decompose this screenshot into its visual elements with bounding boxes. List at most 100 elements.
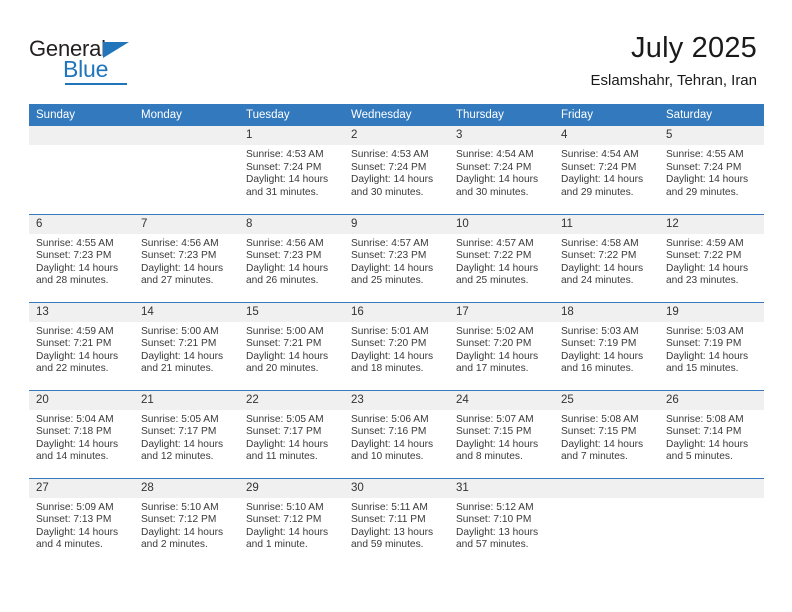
daylight-text-line2: and 24 minutes. [561,275,634,287]
calendar-day-cell[interactable]: 8 Sunrise: 4:56 AM Sunset: 7:23 PM Daylight… [239,213,344,302]
sunrise-text: Sunrise: 5:05 AM [141,413,219,425]
sunrise-text: Sunrise: 4:54 AM [456,149,534,160]
daylight-text-line1: Daylight: 14 hours [246,350,329,362]
calendar-day-cell[interactable]: 9 Sunrise: 4:57 AM Sunset: 7:23 PM Daylight… [344,213,449,302]
day-sun-info: Sunrise: 4:59 AM Sunset: 7:21 PM Daylight:… [29,322,134,376]
calendar-day-cell[interactable]: 15 Sunrise: 5:00 AM Sunset: 7:21 PM Dayligh… [239,301,344,390]
calendar-day-cell[interactable]: 29 Sunrise: 5:10 AM Sunset: 7:12 PM Dayligh… [239,477,344,566]
sunrise-text: Sunrise: 4:55 AM [36,237,114,249]
daylight-text-line1: Daylight: 14 hours [351,262,434,274]
daylight-text-line2: and 25 minutes. [456,275,529,287]
day-number: 5 [659,126,764,145]
page-title: July 2025 [631,32,757,64]
daylight-text-line2: and 16 minutes. [561,363,634,375]
daylight-text-line1: Daylight: 14 hours [36,262,119,274]
day-number [659,478,764,498]
calendar-day-cell[interactable]: 3 Sunrise: 4:54 AM Sunset: 7:24 PM Daylight… [449,126,554,214]
logo-text-blue: Blue [63,56,109,82]
daylight-text-line1: Daylight: 14 hours [561,438,644,450]
daylight-text-line2: and 59 minutes. [351,539,424,551]
daylight-text-line2: and 20 minutes. [246,363,319,375]
daylight-text-line2: and 30 minutes. [456,186,529,198]
sunset-text: Sunset: 7:19 PM [666,338,742,350]
sunset-text: Sunset: 7:21 PM [246,338,322,350]
calendar-day-cell[interactable]: 21 Sunrise: 5:05 AM Sunset: 7:17 PM Dayligh… [134,389,239,478]
calendar-day-cell[interactable]: 25 Sunrise: 5:08 AM Sunset: 7:15 PM Dayligh… [554,389,659,478]
day-number: 11 [554,214,659,234]
day-number: 10 [449,214,554,234]
sunrise-text: Sunrise: 4:57 AM [351,237,429,249]
calendar-day-cell[interactable]: 6 Sunrise: 4:55 AM Sunset: 7:23 PM Daylight… [29,213,134,302]
daylight-text-line1: Daylight: 14 hours [456,174,539,186]
sunset-text: Sunset: 7:17 PM [141,426,217,438]
calendar-day-cell[interactable]: 2 Sunrise: 4:53 AM Sunset: 7:24 PM Daylight… [344,126,449,214]
calendar-week-row: 13 Sunrise: 4:59 AM Sunset: 7:21 PM Dayligh… [29,301,764,390]
day-number: 27 [29,478,134,498]
daylight-text-line1: Daylight: 14 hours [246,526,329,538]
sunset-text: Sunset: 7:24 PM [246,161,322,173]
location-subtitle: Eslamshahr, Tehran, Iran [590,72,757,89]
day-number: 30 [344,478,449,498]
sunset-text: Sunset: 7:20 PM [456,338,532,350]
sunset-text: Sunset: 7:23 PM [36,250,112,262]
day-sun-info: Sunrise: 4:55 AM Sunset: 7:23 PM Daylight:… [29,234,134,288]
sunrise-text: Sunrise: 5:10 AM [246,501,324,513]
calendar-day-cell[interactable]: 24 Sunrise: 5:07 AM Sunset: 7:15 PM Dayligh… [449,389,554,478]
calendar-day-cell[interactable]: 1 Sunrise: 4:53 AM Sunset: 7:24 PM Daylight… [239,126,344,214]
day-number: 14 [134,302,239,322]
day-number [134,126,239,145]
day-number: 24 [449,390,554,410]
day-sun-info: Sunrise: 4:55 AM Sunset: 7:24 PM Daylight:… [659,145,764,199]
weekday-header-wednesday: Wednesday [344,104,449,126]
calendar-day-cell[interactable]: 4 Sunrise: 4:54 AM Sunset: 7:24 PM Daylight… [554,126,659,214]
calendar-day-cell[interactable]: 12 Sunrise: 4:59 AM Sunset: 7:22 PM Dayligh… [659,213,764,302]
sunset-text: Sunset: 7:13 PM [36,514,112,526]
daylight-text-line2: and 28 minutes. [36,275,109,287]
day-sun-info: Sunrise: 5:05 AM Sunset: 7:17 PM Daylight:… [239,410,344,464]
title-block: July 2025 Eslamshahr, Tehran, Iran [591,30,757,92]
calendar-day-cell-empty [29,126,134,214]
day-sun-info: Sunrise: 4:53 AM Sunset: 7:24 PM Daylight:… [344,145,449,199]
sunrise-text: Sunrise: 4:59 AM [36,325,114,337]
sunrise-text: Sunrise: 5:06 AM [351,413,429,425]
daylight-text-line1: Daylight: 14 hours [246,262,329,274]
calendar-day-cell[interactable]: 11 Sunrise: 4:58 AM Sunset: 7:22 PM Dayligh… [554,213,659,302]
sunrise-text: Sunrise: 5:00 AM [246,325,324,337]
day-sun-info: Sunrise: 5:04 AM Sunset: 7:18 PM Daylight:… [29,410,134,464]
daylight-text-line1: Daylight: 14 hours [456,438,539,450]
calendar-table: Sunday Monday Tuesday Wednesday Thursday… [29,104,764,566]
day-sun-info: Sunrise: 5:09 AM Sunset: 7:13 PM Daylight:… [29,498,134,552]
daylight-text-line1: Daylight: 13 hours [456,526,539,538]
calendar-day-cell[interactable]: 18 Sunrise: 5:03 AM Sunset: 7:19 PM Dayligh… [554,301,659,390]
calendar-day-cell[interactable]: 10 Sunrise: 4:57 AM Sunset: 7:22 PM Dayligh… [449,213,554,302]
calendar-day-cell[interactable]: 7 Sunrise: 4:56 AM Sunset: 7:23 PM Daylight… [134,213,239,302]
calendar-day-cell[interactable]: 13 Sunrise: 4:59 AM Sunset: 7:21 PM Dayligh… [29,301,134,390]
sunrise-text: Sunrise: 5:12 AM [456,501,534,513]
calendar-day-cell[interactable]: 31 Sunrise: 5:12 AM Sunset: 7:10 PM Dayligh… [449,477,554,566]
sunset-text: Sunset: 7:19 PM [561,338,637,350]
calendar-day-cell[interactable]: 14 Sunrise: 5:00 AM Sunset: 7:21 PM Dayligh… [134,301,239,390]
sunset-text: Sunset: 7:23 PM [246,250,322,262]
calendar-day-cell[interactable]: 23 Sunrise: 5:06 AM Sunset: 7:16 PM Dayligh… [344,389,449,478]
calendar-day-cell[interactable]: 5 Sunrise: 4:55 AM Sunset: 7:24 PM Daylight… [659,126,764,214]
day-number: 22 [239,390,344,410]
day-sun-info: Sunrise: 5:06 AM Sunset: 7:16 PM Daylight:… [344,410,449,464]
calendar-day-cell[interactable]: 17 Sunrise: 5:02 AM Sunset: 7:20 PM Dayligh… [449,301,554,390]
logo-underline [65,83,127,85]
calendar-day-cell[interactable]: 30 Sunrise: 5:11 AM Sunset: 7:11 PM Dayligh… [344,477,449,566]
calendar-grid: Sunday Monday Tuesday Wednesday Thursday… [29,104,764,566]
daylight-text-line1: Daylight: 14 hours [561,350,644,362]
calendar-week-row: 6 Sunrise: 4:55 AM Sunset: 7:23 PM Daylight… [29,213,764,302]
calendar-day-cell[interactable]: 27 Sunrise: 5:09 AM Sunset: 7:13 PM Dayligh… [29,477,134,566]
calendar-day-cell[interactable]: 28 Sunrise: 5:10 AM Sunset: 7:12 PM Dayligh… [134,477,239,566]
day-sun-info: Sunrise: 4:53 AM Sunset: 7:24 PM Daylight:… [239,145,344,199]
calendar-day-cell[interactable]: 20 Sunrise: 5:04 AM Sunset: 7:18 PM Dayligh… [29,389,134,478]
calendar-week-row: 1 Sunrise: 4:53 AM Sunset: 7:24 PM Daylight… [29,126,764,214]
daylight-text-line2: and 25 minutes. [351,275,424,287]
calendar-day-cell[interactable]: 19 Sunrise: 5:03 AM Sunset: 7:19 PM Dayligh… [659,301,764,390]
calendar-day-cell[interactable]: 26 Sunrise: 5:08 AM Sunset: 7:14 PM Dayligh… [659,389,764,478]
calendar-day-cell[interactable]: 22 Sunrise: 5:05 AM Sunset: 7:17 PM Dayligh… [239,389,344,478]
daylight-text-line1: Daylight: 14 hours [456,262,539,274]
calendar-day-cell[interactable]: 16 Sunrise: 5:01 AM Sunset: 7:20 PM Dayligh… [344,301,449,390]
day-sun-info: Sunrise: 5:01 AM Sunset: 7:20 PM Daylight:… [344,322,449,376]
